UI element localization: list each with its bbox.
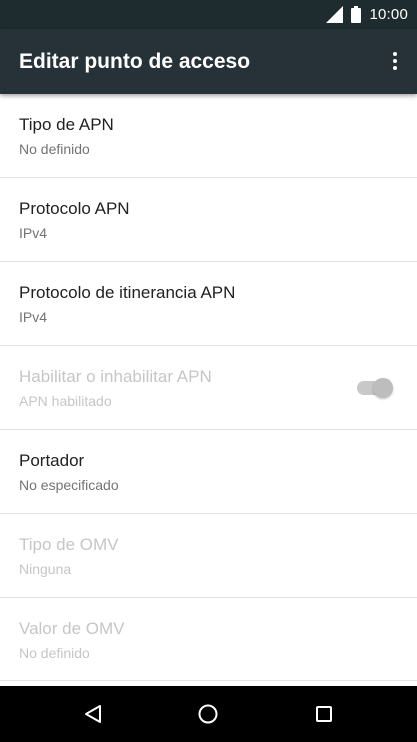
status-icons: 10:00 <box>326 0 408 29</box>
item-title: Valor de OMV <box>19 619 125 638</box>
item-summary: No definido <box>19 141 90 157</box>
status-clock: 10:00 <box>369 6 408 23</box>
back-icon[interactable] <box>63 686 123 742</box>
item-summary: No especificado <box>19 477 119 493</box>
list-item-valor-de-omv: Valor de OMV No definido <box>0 598 417 681</box>
item-title: Tipo de OMV <box>19 535 119 554</box>
signal-icon <box>326 6 344 23</box>
item-summary: APN habilitado <box>19 393 112 409</box>
item-title: Tipo de APN <box>19 115 114 134</box>
home-icon[interactable] <box>178 686 238 742</box>
more-vert-icon[interactable] <box>381 39 409 83</box>
list-item-portador[interactable]: Portador No especificado <box>0 430 417 514</box>
list-item-protocolo-itinerancia-apn[interactable]: Protocolo de itinerancia APN IPv4 <box>0 262 417 346</box>
apn-settings-list: Tipo de APN No definido Protocolo APN IP… <box>0 94 417 681</box>
apn-enable-switch <box>355 378 395 398</box>
app-toolbar: Editar punto de acceso <box>0 29 417 94</box>
item-title: Portador <box>19 451 85 470</box>
item-title: Protocolo de itinerancia APN <box>19 283 236 302</box>
item-summary: IPv4 <box>19 225 48 241</box>
page-title: Editar punto de acceso <box>19 50 251 73</box>
status-bar: 10:00 <box>0 0 417 29</box>
battery-icon <box>351 6 362 23</box>
navigation-bar <box>0 686 417 742</box>
list-item-habilitar-apn: Habilitar o inhabilitar APN APN habilita… <box>0 346 417 430</box>
list-item-tipo-de-apn[interactable]: Tipo de APN No definido <box>0 94 417 178</box>
item-title: Habilitar o inhabilitar APN <box>19 367 212 386</box>
item-summary: Ninguna <box>19 561 72 577</box>
recents-icon[interactable] <box>294 686 354 742</box>
item-summary: No definido <box>19 645 90 661</box>
list-item-tipo-de-omv: Tipo de OMV Ninguna <box>0 514 417 598</box>
item-summary: IPv4 <box>19 309 48 325</box>
switch-thumb <box>373 378 393 398</box>
list-item-protocolo-apn[interactable]: Protocolo APN IPv4 <box>0 178 417 262</box>
item-title: Protocolo APN <box>19 199 130 218</box>
